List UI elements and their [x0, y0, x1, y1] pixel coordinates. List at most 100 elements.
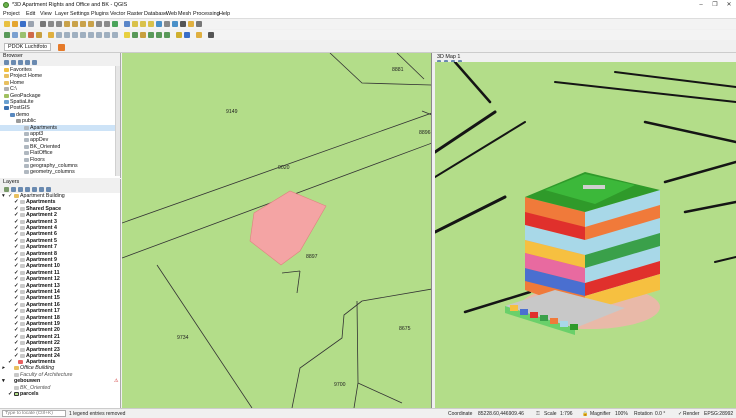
map-tips-icon[interactable]: [196, 21, 202, 27]
open-project-icon[interactable]: [12, 21, 18, 27]
identify-icon[interactable]: [124, 21, 130, 27]
zoom-full-icon[interactable]: [64, 21, 70, 27]
filter-legend-icon[interactable]: [25, 187, 30, 192]
minimize-icon[interactable]: –: [694, 1, 708, 9]
label-move-icon[interactable]: [148, 32, 154, 38]
label-change-icon[interactable]: [164, 32, 170, 38]
layer-parcels[interactable]: ✓ parcels: [0, 391, 39, 397]
add-vector-icon[interactable]: [4, 32, 10, 38]
layer-checkbox[interactable]: ✓: [14, 238, 19, 244]
menu-database[interactable]: Database: [144, 11, 167, 17]
new-project-icon[interactable]: [4, 21, 10, 27]
layer-checkbox[interactable]: ✓: [14, 257, 19, 263]
grid-icon[interactable]: [208, 32, 214, 38]
collapse-icon[interactable]: [25, 60, 30, 65]
browser-scrollbar[interactable]: [115, 66, 120, 176]
add-csv-icon[interactable]: [36, 32, 42, 38]
layer-checkbox[interactable]: ✓: [14, 328, 19, 333]
menu-help[interactable]: Help: [219, 11, 230, 17]
attribute-table-icon[interactable]: [156, 21, 162, 27]
remove-layer-icon[interactable]: [46, 187, 51, 192]
delete-feature-icon[interactable]: [72, 32, 78, 38]
visibility-icon[interactable]: [18, 187, 23, 192]
layer-checkbox[interactable]: ✓: [8, 359, 13, 365]
add-postgis-icon[interactable]: [20, 32, 26, 38]
zoom-layer-icon[interactable]: [80, 21, 86, 27]
expand-arrow-icon[interactable]: ▸: [2, 366, 7, 371]
layer-checkbox[interactable]: ✓: [14, 289, 19, 295]
layer-checkbox[interactable]: ✓: [14, 296, 19, 301]
expand-all-icon[interactable]: [32, 187, 37, 192]
warning-icon[interactable]: [176, 32, 182, 38]
layer-checkbox[interactable]: ✓: [14, 334, 19, 340]
layer-checkbox[interactable]: ✓: [8, 391, 13, 397]
menu-raster[interactable]: Raster: [127, 11, 143, 17]
menu-view[interactable]: View: [40, 11, 52, 17]
menu-processing[interactable]: Processing: [193, 11, 220, 17]
zoom-selection-icon[interactable]: [72, 21, 78, 27]
cut-icon[interactable]: [80, 32, 86, 38]
layer-checkbox[interactable]: ✓: [14, 270, 19, 276]
print-layout-icon[interactable]: [28, 21, 34, 27]
filter-icon[interactable]: [148, 21, 154, 27]
close-icon[interactable]: ✕: [722, 1, 736, 9]
lock-icon[interactable]: ⚿: [536, 411, 540, 417]
scale-lock-icon[interactable]: 🔒: [582, 411, 588, 417]
layer-checkbox[interactable]: ✓: [14, 212, 19, 218]
label-icon[interactable]: [124, 32, 130, 38]
copy-icon[interactable]: [88, 32, 94, 38]
scale-value[interactable]: 1:796: [560, 411, 573, 417]
refresh-browser-icon[interactable]: [4, 60, 9, 65]
statistics-icon[interactable]: [172, 21, 178, 27]
layer-checkbox[interactable]: ✓: [14, 347, 19, 353]
expand-arrow-icon[interactable]: ▾: [2, 193, 7, 199]
save-project-icon[interactable]: [20, 21, 26, 27]
settings-icon[interactable]: [164, 21, 170, 27]
map-canvas-2d[interactable]: 8881 9149 8896 9020 8897 8675 9734 9700: [122, 53, 432, 408]
expand-arrow-icon[interactable]: ▾: [2, 378, 7, 384]
render-checkbox[interactable]: ✓: [678, 411, 682, 417]
add-group-icon[interactable]: [11, 187, 16, 192]
menu-edit[interactable]: Edit: [26, 11, 35, 17]
layer-checkbox[interactable]: ✓: [14, 206, 19, 212]
layer-checkbox[interactable]: ✓: [14, 302, 19, 308]
add-raster-icon[interactable]: [12, 32, 18, 38]
menu-web[interactable]: Web: [166, 11, 177, 17]
filter-browser-icon[interactable]: [18, 60, 23, 65]
refresh-icon[interactable]: [112, 21, 118, 27]
zoom-native-icon[interactable]: [88, 21, 94, 27]
menu-layer[interactable]: Layer: [55, 11, 69, 17]
zoom-last-icon[interactable]: [96, 21, 102, 27]
plugin-icon[interactable]: [196, 32, 202, 38]
label-show-icon[interactable]: [140, 32, 146, 38]
add-wms-icon[interactable]: [28, 32, 34, 38]
layer-checkbox[interactable]: ✓: [14, 276, 19, 282]
layer-checkbox[interactable]: ✓: [14, 283, 19, 289]
digitize-icon[interactable]: [56, 32, 62, 38]
vertex-tool-icon[interactable]: [64, 32, 70, 38]
menu-mesh[interactable]: Mesh: [178, 11, 191, 17]
zoom-next-icon[interactable]: [104, 21, 110, 27]
add-tab-icon[interactable]: [58, 44, 65, 51]
layer-checkbox[interactable]: ✓: [14, 264, 19, 269]
deselect-icon[interactable]: [140, 21, 146, 27]
measure-icon[interactable]: [180, 21, 186, 27]
zoom-out-icon[interactable]: [56, 21, 62, 27]
locator-search-input[interactable]: Type to locate (Ctrl+K): [2, 410, 66, 417]
undo-icon[interactable]: [104, 32, 110, 38]
layer-checkbox[interactable]: ✓: [14, 244, 19, 250]
layer-checkbox[interactable]: ✓: [14, 315, 19, 321]
add-layer-icon[interactable]: [11, 60, 16, 65]
maximize-icon[interactable]: ❐: [708, 1, 722, 9]
select-icon[interactable]: [132, 21, 138, 27]
redo-icon[interactable]: [112, 32, 118, 38]
layer-checkbox[interactable]: ✓: [14, 232, 19, 237]
menu-vector[interactable]: Vector: [110, 11, 125, 17]
map-canvas-3d[interactable]: [435, 62, 736, 408]
layer-checkbox[interactable]: ✓: [14, 251, 19, 257]
layer-checkbox[interactable]: ✓: [14, 219, 19, 225]
layer-checkbox[interactable]: ✓: [14, 225, 19, 231]
group-checkbox[interactable]: ✓: [8, 193, 13, 199]
tab-pdok-luchtfoto[interactable]: PDOK Luchtfoto: [4, 43, 51, 51]
menu-plugins[interactable]: Plugins: [91, 11, 109, 17]
